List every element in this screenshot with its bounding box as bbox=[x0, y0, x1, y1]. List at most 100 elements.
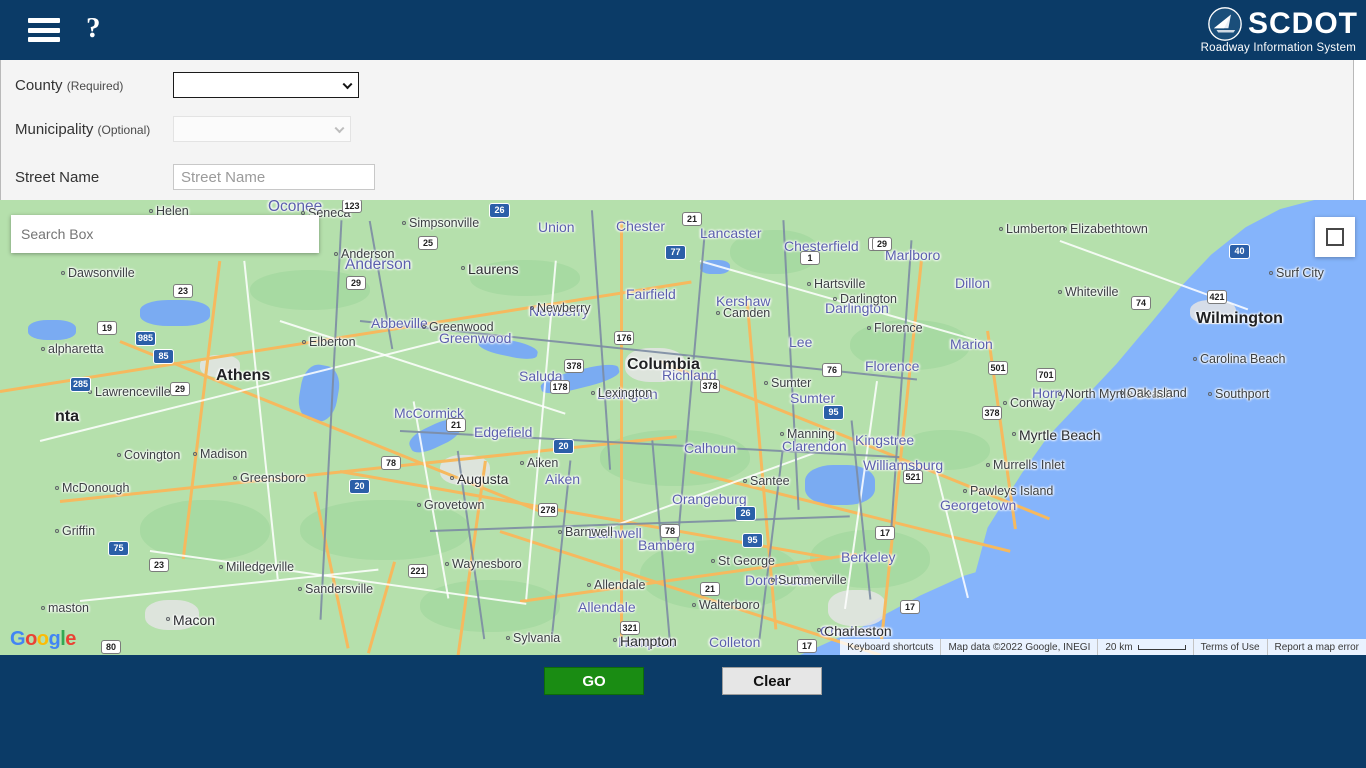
us-route-shield-icon: 378 bbox=[700, 379, 720, 393]
map-city-dot-icon bbox=[166, 617, 170, 621]
street-name-label: Street Name bbox=[15, 169, 173, 186]
map-city-dot-icon bbox=[986, 463, 990, 467]
us-route-shield-icon: 29 bbox=[346, 276, 366, 290]
municipality-field-row: Municipality (Optional) bbox=[15, 116, 351, 142]
scdot-logo[interactable]: SCDOT Roadway Information System bbox=[1201, 6, 1358, 54]
hamburger-bar bbox=[28, 18, 60, 23]
map-scale-label: 20 km bbox=[1105, 641, 1133, 653]
map-city-dot-icon bbox=[530, 306, 534, 310]
map-city-dot-icon bbox=[417, 503, 421, 507]
interstate-shield-icon: 985 bbox=[135, 331, 156, 346]
us-route-shield-icon: 23 bbox=[149, 558, 169, 572]
google-letter: G bbox=[10, 628, 26, 650]
interstate-shield-icon: 77 bbox=[665, 245, 686, 260]
map-city-dot-icon bbox=[1058, 392, 1062, 396]
map-city-dot-icon bbox=[807, 282, 811, 286]
map-city-dot-icon bbox=[716, 311, 720, 315]
map-city-dot-icon bbox=[61, 271, 65, 275]
fullscreen-corner bbox=[1326, 228, 1335, 237]
county-select[interactable] bbox=[173, 72, 359, 98]
interstate-shield-icon: 95 bbox=[742, 533, 763, 548]
action-footer: GO Clear bbox=[0, 655, 1366, 768]
us-route-shield-icon: 176 bbox=[614, 331, 634, 345]
map-city-dot-icon bbox=[1120, 391, 1124, 395]
header-brand: SCDOT Roadway Information System bbox=[1201, 6, 1366, 54]
terms-of-use-link[interactable]: Terms of Use bbox=[1192, 639, 1267, 655]
municipality-select-shell bbox=[173, 116, 351, 142]
map-city-dot-icon bbox=[743, 479, 747, 483]
us-route-shield-icon: 378 bbox=[982, 406, 1002, 420]
us-route-shield-icon: 321 bbox=[620, 621, 640, 635]
us-route-shield-icon: 21 bbox=[446, 418, 466, 432]
map-city-dot-icon bbox=[506, 636, 510, 640]
map-city-dot-icon bbox=[233, 476, 237, 480]
us-route-shield-icon: 221 bbox=[408, 564, 428, 578]
map-highway bbox=[620, 220, 623, 640]
map-city-dot-icon bbox=[999, 227, 1003, 231]
map-city-dot-icon bbox=[833, 297, 837, 301]
map-forest-area bbox=[420, 580, 560, 632]
municipality-select[interactable] bbox=[173, 116, 351, 142]
map-data-credit: Map data ©2022 Google, INEGI bbox=[940, 639, 1097, 655]
municipality-optional-qualifier: (Optional) bbox=[97, 122, 151, 137]
us-route-shield-icon: 23 bbox=[173, 284, 193, 298]
map-city-dot-icon bbox=[302, 340, 306, 344]
clear-button[interactable]: Clear bbox=[722, 667, 822, 695]
us-route-shield-icon: 19 bbox=[97, 321, 117, 335]
fullscreen-corner bbox=[1335, 237, 1344, 246]
map-city-dot-icon bbox=[41, 606, 45, 610]
interstate-shield-icon: 20 bbox=[349, 479, 370, 494]
map-city-dot-icon bbox=[867, 326, 871, 330]
map-search-input[interactable] bbox=[11, 215, 319, 253]
map-city-dot-icon bbox=[1193, 357, 1197, 361]
map-city-dot-icon bbox=[1058, 290, 1062, 294]
fullscreen-expand-icon[interactable] bbox=[1315, 217, 1355, 257]
keyboard-shortcuts-link[interactable]: Keyboard shortcuts bbox=[840, 639, 940, 655]
map-viewport[interactable]: Oconee Anderson Union Chester Lancaster Chest… bbox=[0, 200, 1366, 655]
map-city-dot-icon bbox=[780, 432, 784, 436]
map-city-dot-icon bbox=[55, 529, 59, 533]
us-route-shield-icon: 17 bbox=[900, 600, 920, 614]
us-route-shield-icon: 378 bbox=[564, 359, 584, 373]
us-route-shield-icon: 21 bbox=[700, 582, 720, 596]
map-city-dot-icon bbox=[587, 583, 591, 587]
map-city-dot-icon bbox=[1208, 392, 1212, 396]
google-logo[interactable]: Google bbox=[10, 628, 76, 651]
municipality-label-text: Municipality bbox=[15, 120, 94, 138]
us-route-shield-icon: 521 bbox=[903, 470, 923, 484]
map-city-dot-icon bbox=[334, 252, 338, 256]
map-city-dot-icon bbox=[558, 530, 562, 534]
header-left-controls: ? bbox=[0, 14, 101, 46]
us-route-shield-icon: 17 bbox=[797, 639, 817, 653]
us-route-shield-icon: 76 bbox=[822, 363, 842, 377]
us-route-shield-icon: 278 bbox=[538, 503, 558, 517]
hamburger-menu-icon[interactable] bbox=[28, 18, 60, 42]
us-route-shield-icon: 29 bbox=[170, 382, 190, 396]
interstate-shield-icon: 85 bbox=[153, 349, 174, 364]
map-city-dot-icon bbox=[402, 221, 406, 225]
us-route-shield-icon: 78 bbox=[381, 456, 401, 470]
street-name-input[interactable] bbox=[173, 164, 375, 190]
us-route-shield-icon: 178 bbox=[550, 380, 570, 394]
map-city-dot-icon bbox=[149, 209, 153, 213]
map-city-dot-icon bbox=[298, 587, 302, 591]
us-route-shield-icon: 78 bbox=[660, 524, 680, 538]
hamburger-bar bbox=[28, 27, 60, 33]
report-map-error-link[interactable]: Report a map error bbox=[1266, 639, 1366, 655]
page-root: ? SCDOT Roadway Information System Count… bbox=[0, 0, 1366, 768]
map-forest-area bbox=[470, 260, 580, 296]
google-letter: g bbox=[48, 628, 61, 650]
map-city-dot-icon bbox=[461, 266, 465, 270]
map-city-dot-icon bbox=[450, 476, 454, 480]
us-route-shield-icon: 29 bbox=[872, 237, 892, 251]
map-city-dot-icon bbox=[219, 565, 223, 569]
map-lake bbox=[140, 300, 210, 326]
question-mark-help-icon[interactable]: ? bbox=[86, 14, 101, 46]
us-route-shield-icon: 1 bbox=[800, 251, 820, 265]
go-button[interactable]: GO bbox=[544, 667, 644, 695]
logo-row: SCDOT bbox=[1208, 6, 1358, 41]
map-city-dot-icon bbox=[963, 489, 967, 493]
us-route-shield-icon: 80 bbox=[101, 640, 121, 654]
county-label: County (Required) bbox=[15, 77, 173, 94]
map-attribution-bar: Keyboard shortcuts Map data ©2022 Google… bbox=[840, 639, 1366, 655]
